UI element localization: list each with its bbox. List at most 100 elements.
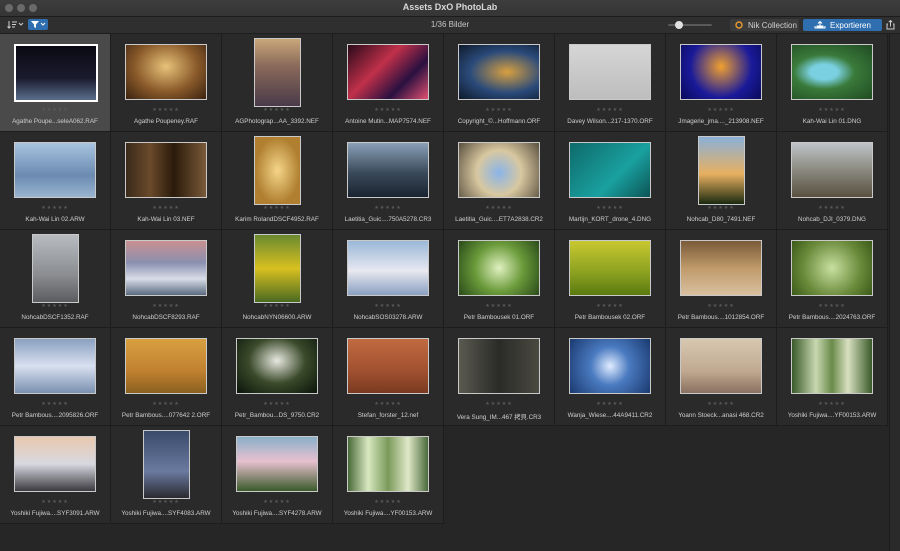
star-rating[interactable]: ★★★★★ (666, 107, 776, 113)
star-rating[interactable]: ★★★★★ (222, 499, 332, 505)
thumbnail-image[interactable] (458, 44, 540, 100)
thumbnail-cell[interactable]: ★★★★★ Petr Bambous....2095826.ORF (0, 328, 111, 426)
thumbnail-image[interactable] (236, 338, 318, 394)
thumbnail-cell[interactable]: ★★★★★ Kah-Wai Lin 03.NEF (111, 132, 222, 230)
thumbnail-cell[interactable]: ★★★★★ Petr Bambousek 02.ORF (555, 230, 666, 328)
nik-collection-button[interactable]: Nik Collection (730, 19, 799, 31)
star-rating[interactable]: ★★★★★ (222, 401, 332, 407)
star-rating[interactable]: ★★★★★ (333, 499, 443, 505)
star-rating[interactable]: ★★★★★ (333, 205, 443, 211)
thumbnail-image[interactable] (32, 234, 79, 303)
thumbnail-cell[interactable]: ★★★★★ Martijn_KORT_drone_4.DNG (555, 132, 666, 230)
thumbnail-cell[interactable]: ★★★★★ Antoine Mutin...MAP7574.NEF (333, 34, 444, 132)
thumbnail-cell[interactable]: ★★★★★ Copyright_©...Hoffmann.ORF (444, 34, 555, 132)
thumbnail-cell[interactable]: ★★★★★ Agathe Poupeney.RAF (111, 34, 222, 132)
thumbnail-image[interactable] (236, 436, 318, 492)
thumbnail-cell[interactable]: ★★★★★ NohcabSOS03278.ARW (333, 230, 444, 328)
scrollbar[interactable] (889, 34, 900, 551)
star-rating[interactable]: ★★★★★ (555, 107, 665, 113)
star-rating[interactable]: ★★★★★ (777, 401, 887, 407)
star-rating[interactable]: ★★★★★ (0, 499, 110, 505)
thumbnail-image[interactable] (254, 234, 301, 303)
thumbnail-image[interactable] (698, 136, 745, 205)
thumbnail-image[interactable] (680, 44, 762, 100)
slider-knob[interactable] (675, 21, 683, 29)
thumbnail-cell[interactable]: ★★★★★ Yoshiki Fujiwa....YF00153.ARW (777, 328, 888, 426)
star-rating[interactable]: ★★★★★ (0, 205, 110, 211)
thumbnail-cell[interactable]: ★★★★★ Yoann Stoeck...anasi 468.CR2 (666, 328, 777, 426)
thumbnail-image[interactable] (791, 44, 873, 100)
thumbnail-image[interactable] (125, 142, 207, 198)
thumbnail-image[interactable] (569, 240, 651, 296)
thumbnail-image[interactable] (791, 338, 873, 394)
thumbnail-cell[interactable]: ★★★★★ Stefan_forster_12.nef (333, 328, 444, 426)
thumbnail-image[interactable] (347, 240, 429, 296)
star-rating[interactable]: ★★★★★ (666, 205, 776, 211)
thumbnail-cell[interactable]: ★★★★★ Yoshiki Fujiwa....SYF4083.ARW (111, 426, 222, 524)
thumbnail-cell[interactable]: ★★★★★ NohcabNYN06600.ARW (222, 230, 333, 328)
thumbnail-cell[interactable]: ★★★★★ Kah-Wai Lin 02.ARW (0, 132, 111, 230)
star-rating[interactable]: ★★★★★ (333, 303, 443, 309)
star-rating[interactable]: ★★★★★ (111, 303, 221, 309)
thumbnail-image[interactable] (347, 338, 429, 394)
thumbnail-image[interactable] (791, 142, 873, 198)
thumbnail-cell[interactable]: ★★★★★ Wanja_Wiese....44A9411.CR2 (555, 328, 666, 426)
star-rating[interactable]: ★★★★★ (444, 107, 554, 113)
thumbnail-image[interactable] (458, 142, 540, 198)
star-rating[interactable]: ★★★★★ (777, 205, 887, 211)
thumbnail-image[interactable] (569, 338, 651, 394)
share-button[interactable] (884, 19, 896, 31)
thumbnail-cell[interactable]: ★★★★★ Petr Bambous....2024763.ORF (777, 230, 888, 328)
star-rating[interactable]: ★★★★★ (333, 401, 443, 407)
thumbnail-image[interactable] (458, 338, 540, 394)
star-rating[interactable]: ★★★★★ (555, 303, 665, 309)
thumbnail-cell[interactable]: ★★★★★ Nohcab_D80_7491.NEF (666, 132, 777, 230)
thumbnail-cell[interactable]: ★★★★★ Laetitia_Guic....750A5278.CR3 (333, 132, 444, 230)
thumbnail-image[interactable] (569, 44, 651, 100)
star-rating[interactable]: ★★★★★ (666, 303, 776, 309)
star-rating[interactable]: ★★★★★ (222, 107, 332, 113)
star-rating[interactable]: ★★★★★ (444, 303, 554, 309)
thumbnail-cell[interactable]: ★★★★★ Yoshiki Fujiwa....SYF3091.ARW (0, 426, 111, 524)
thumbnail-cell[interactable]: ★★★★★ Petr Bambous....077642 2.ORF (111, 328, 222, 426)
thumbnail-image[interactable] (14, 436, 96, 492)
star-rating[interactable]: ★★★★★ (111, 107, 221, 113)
export-button[interactable]: Exportieren (803, 19, 882, 31)
star-rating[interactable]: ★★★★★ (444, 401, 554, 407)
thumbnail-cell[interactable]: ★★★★★ Karim RolandDSCF4952.RAF (222, 132, 333, 230)
thumbnail-image[interactable] (791, 240, 873, 296)
thumbnail-cell[interactable]: ★★★★★ Yoshiki Fujiwa....YF00153.ARW (333, 426, 444, 524)
thumbnail-cell[interactable]: ★★★★★ Petr Bambousek 01.ORF (444, 230, 555, 328)
thumbnail-cell[interactable]: ★★★★★ Davey Wilson...217-1370.ORF (555, 34, 666, 132)
thumbnail-cell[interactable]: ★★★★★ AGPhotograp...AA_3392.NEF (222, 34, 333, 132)
star-rating[interactable]: ★★★★★ (777, 303, 887, 309)
star-rating[interactable]: ★★★★★ (0, 303, 110, 309)
thumbnail-cell[interactable]: ★★★★★ Nohcab_DJI_0379.DNG (777, 132, 888, 230)
star-rating[interactable]: ★★★★★ (222, 303, 332, 309)
thumbnail-size-slider[interactable] (668, 21, 712, 29)
star-rating[interactable]: ★★★★★ (0, 401, 110, 407)
star-rating[interactable]: ★★★★★ (555, 205, 665, 211)
thumbnail-image[interactable] (569, 142, 651, 198)
thumbnail-cell[interactable]: ★★★★★ Jmagerie_jma...._213908.NEF (666, 34, 777, 132)
thumbnail-image[interactable] (14, 142, 96, 198)
thumbnail-cell[interactable]: ★★★★★ NohcabDSCF8293.RAF (111, 230, 222, 328)
thumbnail-image[interactable] (14, 44, 98, 102)
thumbnail-image[interactable] (347, 142, 429, 198)
star-rating[interactable]: ★★★★★ (222, 205, 332, 211)
thumbnail-image[interactable] (125, 338, 207, 394)
thumbnail-image[interactable] (680, 240, 762, 296)
star-rating[interactable]: ★★★★★ (0, 107, 110, 113)
star-rating[interactable]: ★★★★★ (666, 401, 776, 407)
thumbnail-cell[interactable]: ★★★★★ Vera Sung_IM...467 拷貝.CR3 (444, 328, 555, 426)
thumbnail-cell[interactable]: ★★★★★ Petr_Bambou...DS_9750.CR2 (222, 328, 333, 426)
thumbnail-image[interactable] (347, 44, 429, 100)
star-rating[interactable]: ★★★★★ (444, 205, 554, 211)
thumbnail-image[interactable] (14, 338, 96, 394)
thumbnail-image[interactable] (458, 240, 540, 296)
thumbnail-image[interactable] (143, 430, 190, 499)
thumbnail-cell[interactable]: ★★★★★ Kah-Wai Lin 01.DNG (777, 34, 888, 132)
thumbnail-image[interactable] (125, 44, 207, 100)
thumbnail-cell[interactable]: ★★★★★ Laetitia_Guic....ET7A2838.CR2 (444, 132, 555, 230)
star-rating[interactable]: ★★★★★ (777, 107, 887, 113)
